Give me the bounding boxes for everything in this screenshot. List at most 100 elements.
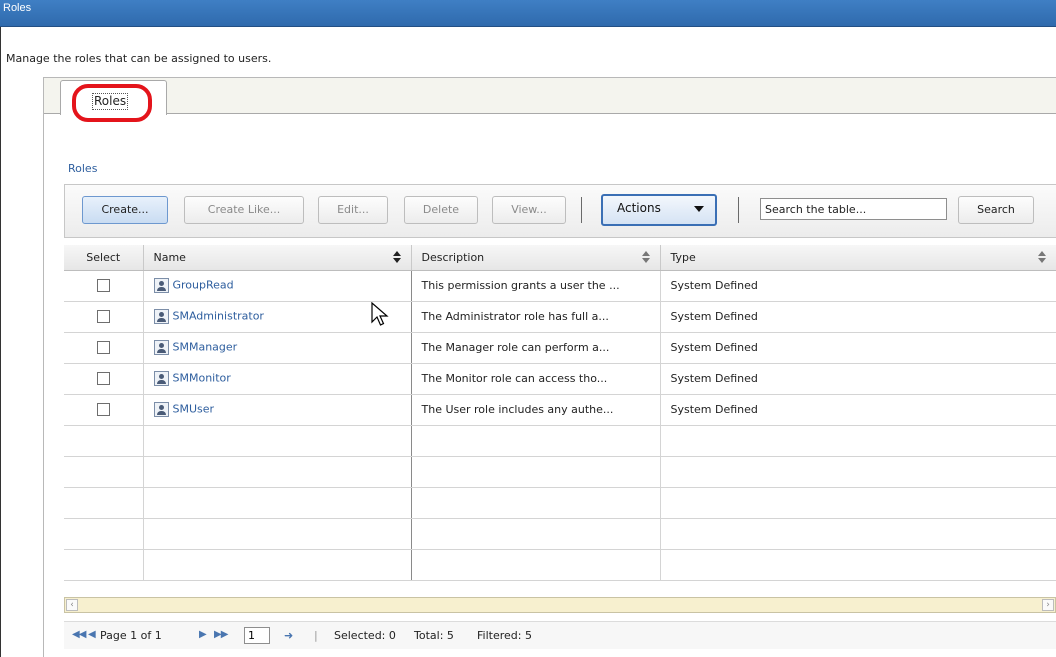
checkbox-icon[interactable]	[96, 310, 110, 324]
empty-row	[64, 518, 1056, 550]
empty-cell	[64, 549, 144, 581]
table-row: SMManager The Manager role can perform a…	[64, 332, 1056, 364]
actions-menu-button[interactable]: Actions	[601, 194, 717, 226]
horizontal-scrollbar[interactable]: ‹ ›	[64, 597, 1056, 613]
row-description-cell: The Manager role can perform a...	[411, 332, 661, 364]
toolbar-separator	[581, 197, 582, 223]
row-select-cell	[64, 332, 144, 364]
next-page-icon[interactable]: ▶	[199, 629, 207, 640]
empty-cell	[143, 549, 412, 581]
actions-label: Actions	[617, 201, 661, 215]
empty-cell	[660, 518, 1056, 550]
scroll-left-icon[interactable]: ‹	[66, 599, 78, 611]
table-header-row: Select Name Description Type	[64, 245, 1056, 271]
header-description[interactable]: Description	[411, 245, 661, 271]
role-name-link[interactable]: GroupRead	[173, 279, 234, 292]
go-icon[interactable]: ➜	[284, 629, 293, 642]
prev-page-icon[interactable]: ◀	[88, 629, 96, 640]
role-name-link[interactable]: SMManager	[173, 341, 238, 354]
edit-button[interactable]: Edit...	[318, 196, 388, 224]
pager-separator: |	[314, 629, 318, 642]
empty-cell	[143, 456, 412, 488]
checkbox-icon[interactable]	[96, 341, 110, 355]
row-type-cell: System Defined	[660, 301, 1056, 333]
row-type-cell: System Defined	[660, 270, 1056, 302]
row-type-cell: System Defined	[660, 394, 1056, 426]
row-description-cell: This permission grants a user the ...	[411, 270, 661, 302]
header-select-label: Select	[86, 250, 121, 264]
empty-cell	[64, 425, 144, 457]
sort-icon[interactable]	[392, 251, 401, 263]
row-name-cell: GroupRead	[143, 270, 412, 302]
row-select-cell	[64, 394, 144, 426]
sort-icon[interactable]	[1037, 251, 1046, 263]
total-count: Total: 5	[414, 629, 454, 642]
highlight-circle	[72, 84, 152, 122]
role-name-link[interactable]: SMUser	[173, 403, 215, 416]
empty-cell	[660, 456, 1056, 488]
tab-strip	[44, 78, 1056, 114]
page-description: Manage the roles that can be assigned to…	[6, 52, 272, 65]
row-description-cell: The Monitor role can access tho...	[411, 363, 661, 395]
checkbox-icon[interactable]	[96, 279, 110, 293]
roles-table: Select Name Description Type GroupRead T…	[64, 245, 1056, 581]
checkbox-icon[interactable]	[96, 372, 110, 386]
empty-row	[64, 425, 1056, 457]
empty-row	[64, 456, 1056, 488]
scroll-right-icon[interactable]: ›	[1042, 599, 1054, 611]
row-type-cell: System Defined	[660, 332, 1056, 364]
role-icon	[153, 340, 169, 355]
window-titlebar: Roles	[0, 0, 1056, 27]
view-button[interactable]: View...	[492, 196, 566, 224]
row-name-cell: SMUser	[143, 394, 412, 426]
row-select-cell	[64, 363, 144, 395]
row-name-cell: SMMonitor	[143, 363, 412, 395]
empty-cell	[143, 425, 412, 457]
last-page-icon[interactable]: ▶▶	[214, 629, 228, 640]
header-select: Select	[64, 245, 144, 271]
empty-row	[64, 549, 1056, 581]
header-type-label: Type	[670, 250, 696, 264]
empty-cell	[64, 518, 144, 550]
checkbox-icon[interactable]	[96, 403, 110, 417]
empty-cell	[411, 456, 661, 488]
empty-cell	[411, 549, 661, 581]
page-number-input[interactable]	[244, 627, 270, 644]
row-description-cell: The User role includes any authe...	[411, 394, 661, 426]
empty-cell	[411, 487, 661, 519]
empty-cell	[660, 425, 1056, 457]
header-description-label: Description	[421, 250, 485, 264]
empty-cell	[411, 518, 661, 550]
first-page-icon[interactable]: ◀◀	[72, 629, 86, 640]
search-input[interactable]	[760, 198, 947, 220]
header-type[interactable]: Type	[660, 245, 1056, 271]
empty-cell	[411, 425, 661, 457]
page-indicator: Page 1 of 1	[100, 629, 162, 642]
row-type-cell: System Defined	[660, 363, 1056, 395]
row-description-cell: The Administrator role has full a...	[411, 301, 661, 333]
role-icon	[153, 371, 169, 386]
delete-button[interactable]: Delete	[404, 196, 478, 224]
table-row: SMAdministrator The Administrator role h…	[64, 301, 1056, 333]
section-title: Roles	[68, 162, 98, 175]
empty-cell	[64, 456, 144, 488]
role-icon	[153, 309, 169, 324]
search-button[interactable]: Search	[958, 196, 1034, 224]
role-name-link[interactable]: SMMonitor	[173, 372, 231, 385]
row-select-cell	[64, 301, 144, 333]
empty-cell	[660, 487, 1056, 519]
row-name-cell: SMManager	[143, 332, 412, 364]
table-pager: ◀◀ ◀ Page 1 of 1 ▶ ▶▶ ➜ | Selected: 0 To…	[64, 621, 1056, 649]
table-row: SMUser The User role includes any authe.…	[64, 394, 1056, 426]
empty-cell	[143, 487, 412, 519]
create-like-button[interactable]: Create Like...	[184, 196, 304, 224]
sort-icon[interactable]	[641, 251, 650, 263]
window-title: Roles	[3, 2, 32, 14]
toolbar-separator	[738, 197, 739, 223]
role-name-link[interactable]: SMAdministrator	[173, 310, 264, 323]
header-name[interactable]: Name	[143, 245, 412, 271]
empty-cell	[660, 549, 1056, 581]
selected-count: Selected: 0	[334, 629, 396, 642]
table-row: GroupRead This permission grants a user …	[64, 270, 1056, 302]
create-button[interactable]: Create...	[82, 196, 168, 224]
